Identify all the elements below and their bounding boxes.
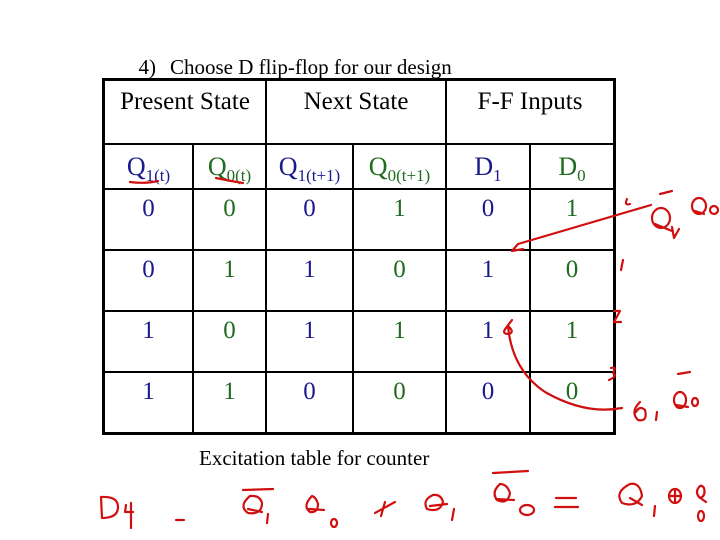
ink-index-1 (619, 258, 625, 272)
cell: 0 (265, 371, 354, 435)
ink-equals-2 (553, 496, 580, 509)
ink-overbar (241, 487, 275, 492)
cell: 0 (445, 188, 531, 251)
cell: 1 (102, 371, 194, 435)
subheader-q1-t: Q1(t) (102, 143, 194, 190)
ink-plus (373, 500, 397, 518)
ink-q0-tail (693, 209, 706, 216)
ink-xor (667, 487, 683, 505)
cell: 1 (265, 249, 354, 312)
heading-text: Choose D flip-flop for our design (170, 55, 452, 79)
ink-D (99, 495, 120, 520)
ink-overbar (676, 370, 692, 376)
subheader-subscript: 1(t) (145, 165, 171, 185)
table-row: 0 1 1 0 1 0 (102, 249, 616, 312)
ink-Q1-eq (424, 493, 449, 512)
ink-overbar (491, 469, 530, 475)
subheader-base: D (474, 151, 494, 181)
subheader-q1-t1: Q1(t+1) (265, 143, 354, 190)
cell: 1 (445, 249, 531, 312)
subheader-base: Q (126, 151, 146, 181)
subheader-subscript: 1 (493, 165, 502, 185)
ink-index-0 (624, 197, 632, 206)
cell: 1 (529, 188, 616, 251)
subheader-d0: D0 (529, 143, 616, 190)
header-present-state: Present State (102, 78, 267, 145)
ink-sub-0 (329, 517, 339, 529)
subheader-subscript: 1(t+1) (297, 165, 341, 185)
ink-sub-0b (518, 503, 536, 517)
cell: 1 (445, 310, 531, 373)
header-next-state: Next State (265, 78, 447, 145)
subheader-base: Q (368, 151, 388, 181)
ink-Q0-final (695, 484, 708, 504)
ink-q0bar-tail (674, 403, 690, 409)
cell: 1 (102, 310, 194, 373)
sub-header-row: Q1(t) Q0(t) Q1(t+1) Q0(t+1) D1 D0 (102, 143, 616, 190)
ink-sub-1 (123, 501, 135, 530)
subheader-subscript: 0 (577, 165, 586, 185)
cell: 0 (265, 188, 354, 251)
cell: 0 (192, 310, 267, 373)
subheader-base: Q (207, 151, 227, 181)
subheader-base: D (558, 151, 578, 181)
ink-sub-1d (652, 504, 657, 518)
ink-q1bar (650, 206, 672, 230)
table-caption: Excitation table for counter (199, 446, 430, 470)
ink-Q1-final (618, 482, 644, 507)
table-row: 0 0 0 1 0 1 (102, 188, 616, 251)
cell: 1 (352, 310, 447, 373)
ink-sub-1c (450, 507, 456, 522)
ink-q0bar (672, 390, 688, 410)
cell: 0 (445, 371, 531, 435)
slide-heading: 4) Choose D flip-flop for our design (128, 30, 452, 80)
table-row: 1 0 1 1 1 1 (102, 310, 616, 373)
cell: 0 (352, 249, 447, 312)
ink-Q0bar-eq (493, 482, 516, 503)
ink-q1-sub (654, 410, 659, 422)
cell: 0 (352, 371, 447, 435)
cell: 0 (102, 249, 194, 312)
ink-q0 (690, 196, 708, 216)
subheader-q0-t1: Q0(t+1) (352, 143, 447, 190)
cell: 1 (529, 310, 616, 373)
subheader-q0-t: Q0(t) (192, 143, 267, 190)
subheader-base: Q (278, 151, 298, 181)
cell: 1 (265, 310, 354, 373)
ink-q0-sub (708, 204, 720, 216)
cell: 0 (102, 188, 194, 251)
ink-q0bar-sub (690, 396, 700, 408)
ink-q1bar-tail (653, 222, 681, 240)
cell: 1 (192, 249, 267, 312)
group-header-row: Present State Next State F-F Inputs (102, 78, 616, 145)
ink-xor-cross (667, 487, 683, 505)
ink-q1 (633, 400, 647, 422)
subheader-d1: D1 (445, 143, 531, 190)
subheader-subscript: 0(t) (226, 165, 252, 185)
ink-Q1bar-eq (242, 494, 264, 515)
cell: 1 (192, 371, 267, 435)
heading-number: 4) (138, 55, 157, 79)
header-ff-inputs: F-F Inputs (445, 78, 616, 145)
table-row: 1 1 0 0 0 0 (102, 371, 616, 435)
ink-overbar (658, 189, 674, 196)
cell: 0 (192, 188, 267, 251)
ink-sub-0c (696, 509, 706, 523)
subheader-subscript: 0(t+1) (387, 165, 431, 185)
ink-Q0-eq (305, 494, 326, 514)
excitation-table: Present State Next State F-F Inputs Q1(t… (102, 78, 616, 435)
cell: 0 (529, 249, 616, 312)
cell: 0 (529, 371, 616, 435)
ink-sub-1b (265, 512, 270, 525)
cell: 1 (352, 188, 447, 251)
